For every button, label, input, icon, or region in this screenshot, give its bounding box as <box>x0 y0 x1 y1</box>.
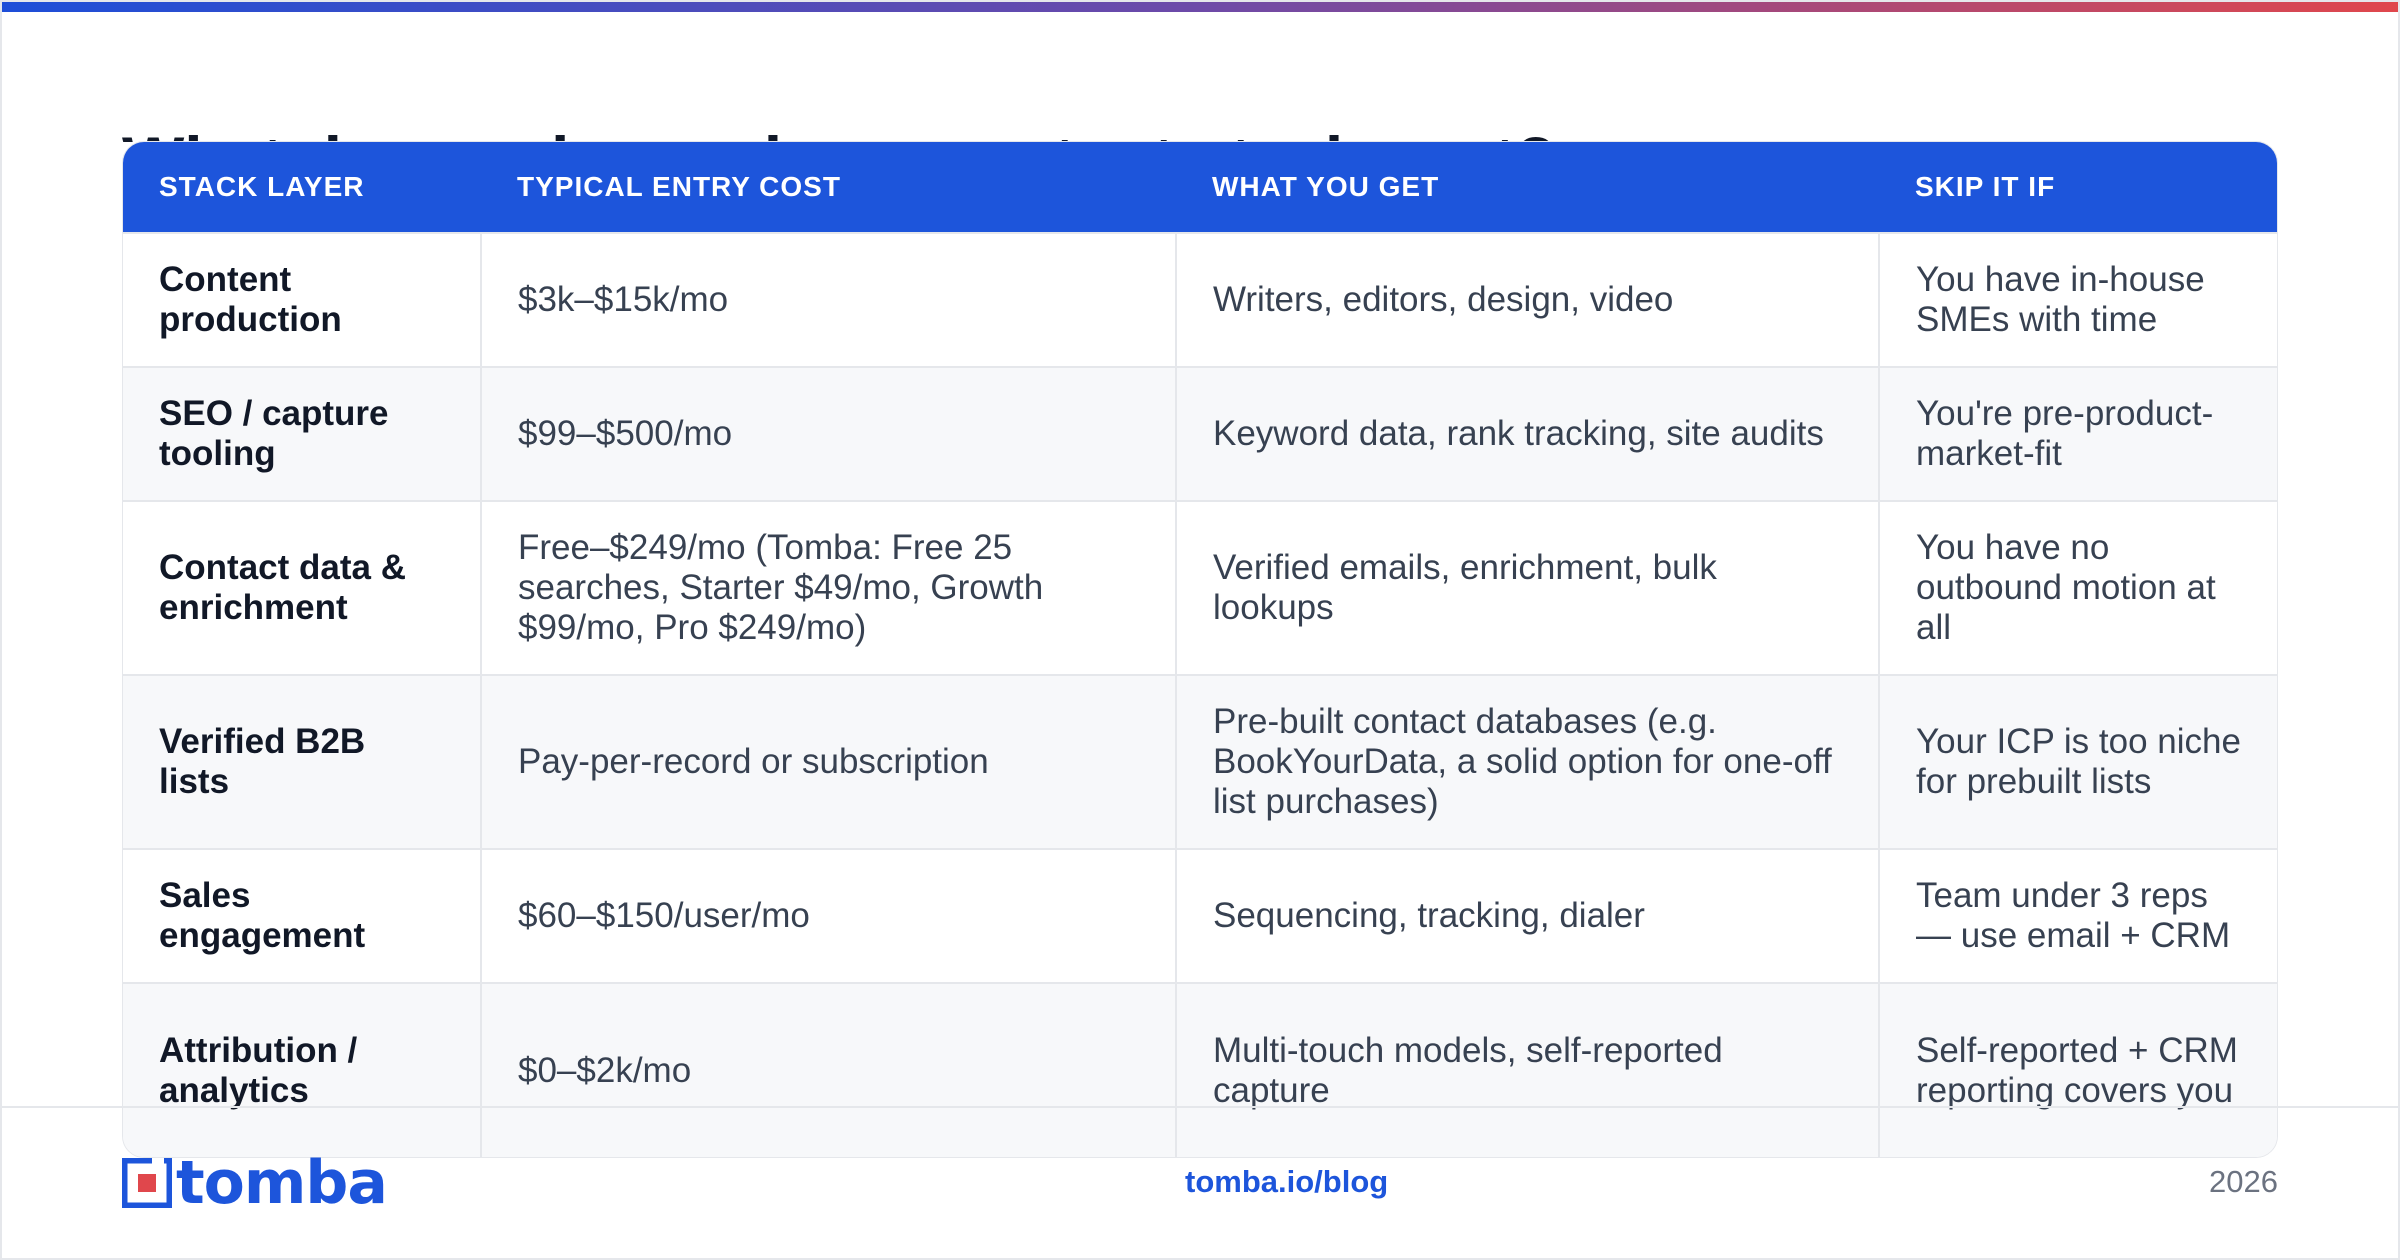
cell-layer: Verified B2B lists <box>123 674 482 849</box>
cell-cost: $60–$150/user/mo <box>481 848 1177 983</box>
cell-cost: Free–$249/mo (Tomba: Free 25 searches, S… <box>481 500 1177 675</box>
cell-layer: Contact data & enrichment <box>123 500 482 675</box>
cell-get: Keyword data, rank tracking, site audits <box>1176 366 1880 501</box>
cell-cost: Pay-per-record or subscription <box>481 674 1177 849</box>
tomba-logo-text: tomba <box>176 1148 388 1218</box>
footer-blog-link[interactable]: tomba.io/blog <box>1185 1164 1388 1200</box>
cell-layer: Sales engagement <box>123 848 482 983</box>
footer-divider <box>0 1106 2400 1108</box>
tomba-logo[interactable]: tomba <box>120 1148 388 1218</box>
header-skip-it-if: SKIP IT IF <box>1879 142 2277 233</box>
cell-skip: Team under 3 reps — use email + CRM <box>1879 848 2277 983</box>
cell-skip: Your ICP is too niche for prebuilt lists <box>1879 674 2277 849</box>
cell-skip: You have no outbound motion at all <box>1879 500 2277 675</box>
table-row: Content production $3k–$15k/mo Writers, … <box>123 232 2277 367</box>
tomba-logo-icon <box>120 1156 174 1210</box>
header-entry-cost: TYPICAL ENTRY COST <box>481 142 1176 233</box>
cell-skip: You're pre-product-market-fit <box>1879 366 2277 501</box>
cell-get: Writers, editors, design, video <box>1176 232 1880 367</box>
cell-cost: $3k–$15k/mo <box>481 232 1177 367</box>
cell-skip: You have in-house SMEs with time <box>1879 232 2277 367</box>
table-header-row: STACK LAYER TYPICAL ENTRY COST WHAT YOU … <box>123 142 2277 233</box>
table-row: Sales engagement $60–$150/user/mo Sequen… <box>123 848 2277 983</box>
table-row: Verified B2B lists Pay-per-record or sub… <box>123 674 2277 849</box>
cell-cost: $0–$2k/mo <box>481 982 1177 1157</box>
table-row: SEO / capture tooling $99–$500/mo Keywor… <box>123 366 2277 501</box>
header-what-you-get: WHAT YOU GET <box>1176 142 1879 233</box>
cell-skip: Self-reported + CRM reporting covers you <box>1879 982 2277 1157</box>
cell-get: Multi-touch models, self-reported captur… <box>1176 982 1880 1157</box>
cell-get: Sequencing, tracking, dialer <box>1176 848 1880 983</box>
cost-table: STACK LAYER TYPICAL ENTRY COST WHAT YOU … <box>122 141 2278 1158</box>
cell-layer: SEO / capture tooling <box>123 366 482 501</box>
table-row: Contact data & enrichment Free–$249/mo (… <box>123 500 2277 675</box>
cell-layer: Attribution / analytics <box>123 982 482 1157</box>
table-row: Attribution / analytics $0–$2k/mo Multi-… <box>123 982 2277 1157</box>
footer-year: 2026 <box>2209 1164 2278 1199</box>
cell-get: Pre-built contact databases (e.g. BookYo… <box>1176 674 1880 849</box>
cell-get: Verified emails, enrichment, bulk lookup… <box>1176 500 1880 675</box>
top-accent-bar <box>0 0 2400 12</box>
page-title: What does a demand gen content stack cos… <box>122 112 1556 142</box>
cell-layer: Content production <box>123 232 482 367</box>
header-stack-layer: STACK LAYER <box>123 142 481 233</box>
cell-cost: $99–$500/mo <box>481 366 1177 501</box>
